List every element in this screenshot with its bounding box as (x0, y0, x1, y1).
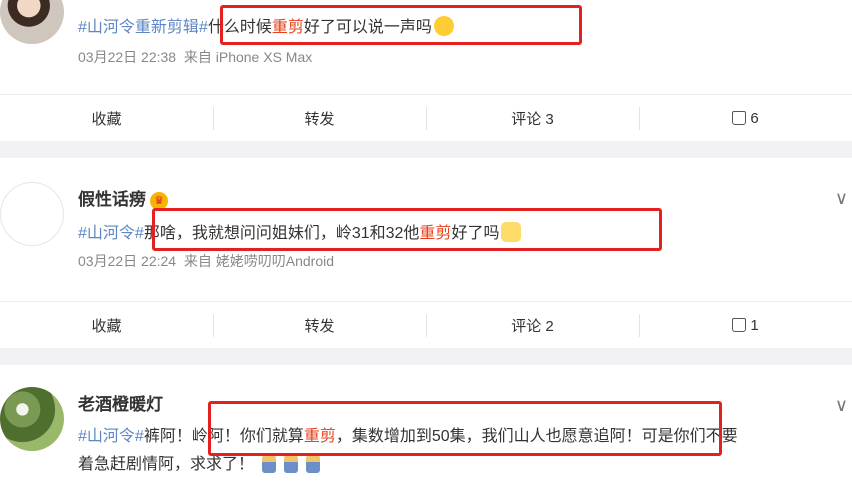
chevron-down-icon[interactable]: ∨ (835, 188, 848, 209)
weibo-post-2: 假性话痨 ♛ ∨ #山河令#那啥，我就想问问姐妹们，岭31和32他重剪好了吗 03… (0, 158, 852, 348)
post-meta: 03月22日 22:24 来自 姥姥唠叨叨Android (78, 251, 334, 271)
red-highlight-box (208, 401, 722, 456)
thumbs-up-icon (732, 318, 747, 332)
comment-label: 评论 2 (511, 317, 554, 335)
red-highlight-box (220, 5, 582, 45)
post-text-part: 着急赶剧情阿，求求了！ (78, 456, 255, 473)
topic-tag-link[interactable]: #山河令# (78, 428, 144, 445)
weibo-post-3: 老酒橙暖灯 ∨ #山河令#裤阿！岭阿！你们就算重剪，集数增加到50集，我们山人也… (0, 365, 852, 487)
user-avatar[interactable] (0, 387, 64, 451)
pray-emoji-icon (262, 453, 277, 473)
topic-tag-link[interactable]: #山河令# (78, 225, 144, 242)
post-source: 来自 iPhone XS Max (183, 49, 313, 65)
collect-button[interactable]: 收藏 (0, 302, 213, 348)
post-action-bar: 收藏 转发 评论 2 1 (0, 301, 852, 348)
post-date[interactable]: 03月22日 22:38 (78, 49, 176, 65)
collect-label: 收藏 (91, 317, 122, 335)
repost-button[interactable]: 转发 (213, 302, 426, 348)
collect-label: 收藏 (91, 110, 122, 128)
post-meta: 03月22日 22:38 来自 iPhone XS Max (78, 47, 312, 67)
pray-emoji-icon (284, 453, 299, 473)
red-highlight-box (152, 208, 662, 251)
pray-emoji-icon (306, 453, 321, 473)
user-name[interactable]: 假性话痨 ♛ (78, 185, 168, 210)
topic-tag-link[interactable]: #山河令重新剪辑# (78, 19, 208, 36)
thumbs-up-icon (732, 111, 747, 125)
collect-button[interactable]: 收藏 (0, 95, 213, 141)
repost-label: 转发 (304, 317, 335, 335)
comment-label: 评论 3 (511, 110, 554, 128)
user-name[interactable]: 老酒橙暖灯 (78, 390, 163, 415)
like-button[interactable]: 6 (639, 95, 852, 141)
weibo-post-1: #山河令重新剪辑#什么时候重剪好了可以说一声吗 03月22日 22:38 来自 … (0, 0, 852, 141)
comment-button[interactable]: 评论 3 (426, 95, 639, 141)
post-action-bar: 收藏 转发 评论 3 6 (0, 94, 852, 141)
repost-label: 转发 (304, 110, 335, 128)
post-date[interactable]: 03月22日 22:24 (78, 253, 176, 269)
comment-button[interactable]: 评论 2 (426, 302, 639, 348)
chevron-down-icon[interactable]: ∨ (835, 395, 848, 416)
user-avatar[interactable] (0, 182, 64, 246)
repost-button[interactable]: 转发 (213, 95, 426, 141)
user-name-text: 假性话痨 (78, 190, 146, 209)
like-count: 1 (750, 316, 759, 334)
post-source: 来自 姥姥唠叨叨Android (183, 253, 335, 269)
like-count: 6 (750, 109, 759, 127)
like-button[interactable]: 1 (639, 302, 852, 348)
user-avatar[interactable] (0, 0, 64, 44)
user-name-text: 老酒橙暖灯 (78, 395, 163, 414)
